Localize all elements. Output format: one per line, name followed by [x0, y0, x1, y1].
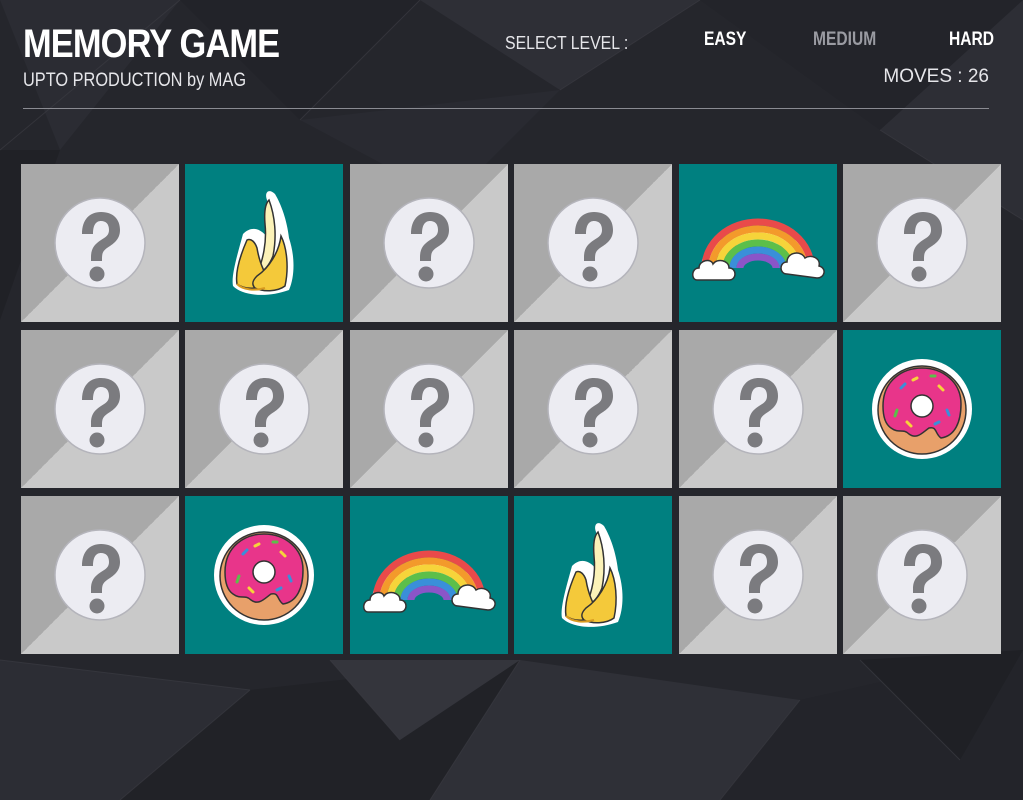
header: MEMORY GAME UPTO PRODUCTION by MAG SELEC… — [23, 18, 994, 110]
question-mark-icon — [711, 529, 804, 621]
card-r1-c2[interactable] — [185, 164, 344, 322]
question-mark-icon — [54, 197, 146, 289]
question-mark-icon — [218, 363, 311, 455]
question-mark-icon — [54, 529, 146, 621]
level-easy-button[interactable]: EASY — [704, 29, 746, 51]
donut-icon — [871, 359, 972, 459]
banana-icon — [561, 523, 623, 627]
level-hard-button[interactable]: HARD — [949, 29, 994, 51]
level-medium-button[interactable]: MEDIUM — [813, 29, 876, 51]
card-r1-c1[interactable] — [21, 164, 179, 322]
rainbow-icon — [362, 550, 496, 613]
question-mark-icon — [547, 363, 639, 455]
header-divider — [23, 108, 989, 109]
question-mark-icon — [383, 197, 475, 289]
moves-counter: MOVES : 26 — [883, 66, 989, 87]
select-level-label: SELECT LEVEL : — [505, 33, 629, 53]
card-r3-c4[interactable] — [514, 496, 673, 654]
card-r1-c6[interactable] — [842, 164, 1001, 322]
card-board — [21, 164, 1001, 654]
card-r2-c6[interactable] — [842, 330, 1001, 488]
subtitle: UPTO PRODUCTION by MAG — [23, 70, 247, 91]
rainbow-icon — [691, 218, 825, 281]
card-r3-c5[interactable] — [678, 496, 837, 654]
donut-icon — [214, 525, 315, 625]
card-r1-c4[interactable] — [514, 164, 673, 322]
question-mark-icon — [547, 197, 639, 289]
card-r2-c1[interactable] — [21, 330, 179, 488]
banana-icon — [232, 191, 294, 295]
card-r1-c5[interactable] — [678, 164, 837, 322]
card-r2-c3[interactable] — [349, 330, 508, 488]
card-r3-c6[interactable] — [842, 496, 1001, 654]
question-mark-icon — [876, 197, 968, 289]
question-mark-icon — [711, 363, 804, 455]
card-r2-c5[interactable] — [678, 330, 837, 488]
card-r2-c2[interactable] — [185, 330, 344, 488]
card-r1-c3[interactable] — [349, 164, 508, 322]
page-title: MEMORY GAME — [23, 22, 280, 66]
card-r3-c1[interactable] — [21, 496, 179, 654]
card-r3-c3[interactable] — [349, 496, 508, 654]
card-r2-c4[interactable] — [514, 330, 673, 488]
card-r3-c2[interactable] — [185, 496, 344, 654]
question-mark-icon — [876, 529, 968, 621]
question-mark-icon — [54, 363, 146, 455]
question-mark-icon — [383, 363, 475, 455]
